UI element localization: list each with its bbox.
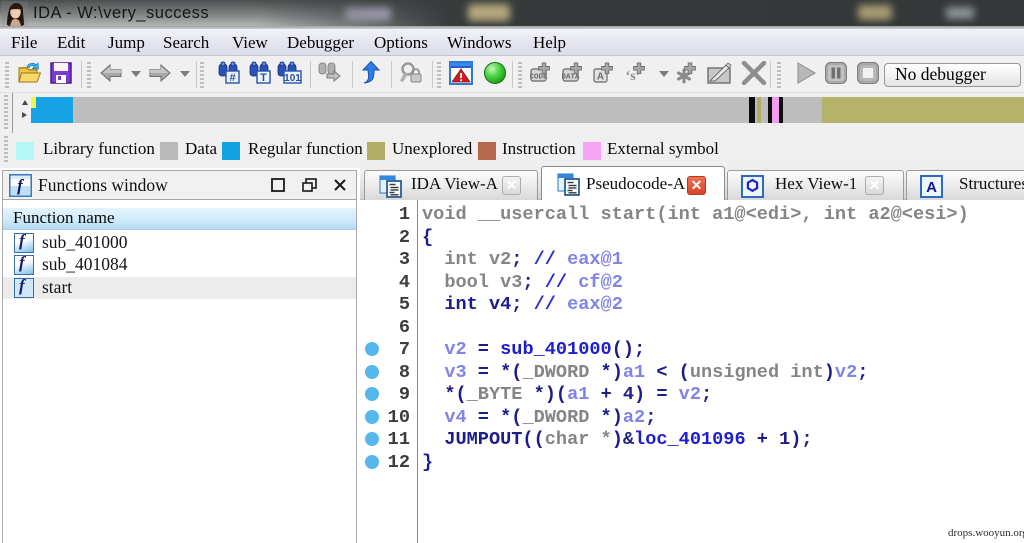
svg-text:A: A [597, 72, 604, 83]
svg-text:101: 101 [284, 73, 301, 84]
svg-text:CODE: CODE [530, 74, 548, 82]
svg-text:#: # [229, 72, 235, 84]
svg-text:DATA: DATA [562, 74, 580, 82]
svg-text:A: A [926, 179, 937, 196]
svg-text:T: T [260, 72, 267, 84]
